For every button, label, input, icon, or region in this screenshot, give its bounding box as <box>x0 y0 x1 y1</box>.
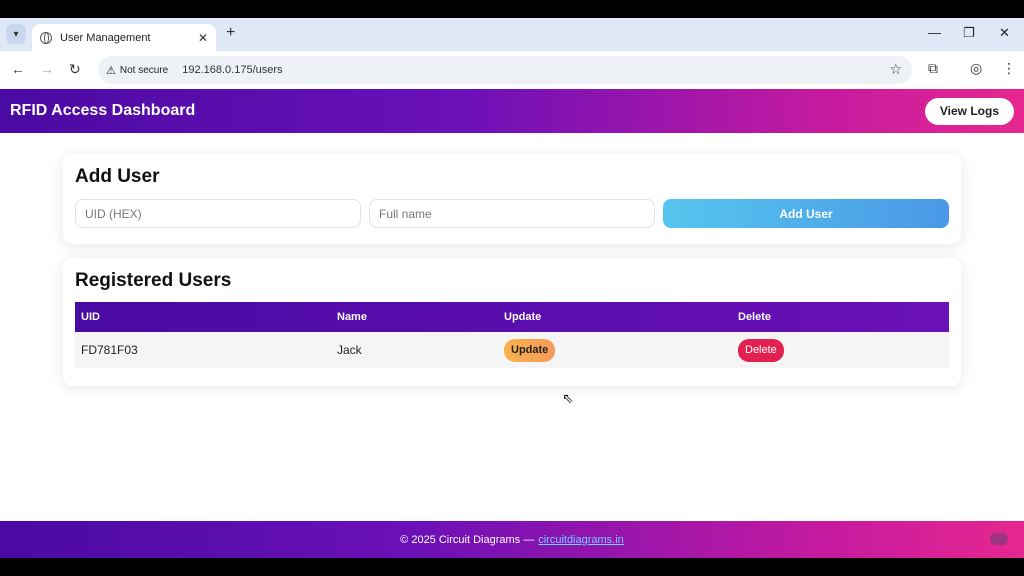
warning-icon: ⚠ <box>106 64 116 77</box>
users-table: UID Name Update Delete FD781F03 Jack Upd… <box>75 302 949 368</box>
column-header-delete: Delete <box>738 311 772 323</box>
back-icon[interactable]: ← <box>11 61 25 77</box>
restore-button[interactable]: ❐ <box>963 25 975 41</box>
column-header-update: Update <box>504 311 542 323</box>
footer-link[interactable]: circuitdiagrams.in <box>538 534 624 546</box>
update-cell: Update <box>498 332 732 368</box>
bookmark-star-icon[interactable]: ☆ <box>889 61 902 78</box>
page-footer: © 2025 Circuit Diagrams — circuitdiagram… <box>0 521 1024 558</box>
tab-bar: ▾ User Management ✕ + — ❐ ✕ <box>0 18 1024 51</box>
url-text[interactable]: 192.168.0.175/users <box>182 64 282 76</box>
table-header-row: UID Name Update Delete <box>75 302 949 332</box>
browser-window: ▾ User Management ✕ + — ❐ ✕ ← → ↻ ⚠ Not … <box>0 18 1024 558</box>
add-user-button[interactable]: Add User <box>663 199 949 228</box>
delete-button[interactable]: Delete <box>738 338 784 362</box>
column-header-name: Name <box>337 311 367 323</box>
security-indicator[interactable]: ⚠ Not secure <box>106 64 178 77</box>
close-window-button[interactable]: ✕ <box>999 25 1010 41</box>
omnibox[interactable]: ⚠ Not secure 192.168.0.175/users ☆ <box>98 56 912 84</box>
add-user-heading: Add User <box>75 166 160 187</box>
app-title: RFID Access Dashboard <box>10 102 196 119</box>
tab-search-button[interactable]: ▾ <box>6 24 26 44</box>
registered-users-heading: Registered Users <box>75 270 232 291</box>
watermark-logo-icon <box>990 533 1008 545</box>
column-header-uid: UID <box>81 311 100 323</box>
add-user-card: Add User Add User <box>63 154 961 244</box>
forward-icon[interactable]: → <box>40 61 54 77</box>
mouse-cursor-icon: ⇖ <box>562 390 574 406</box>
extensions-icon[interactable]: ⧉ <box>928 60 938 77</box>
app-header: RFID Access Dashboard View Logs <box>0 89 1024 133</box>
menu-icon[interactable]: ⋮ <box>1002 60 1016 77</box>
minimize-button[interactable]: — <box>928 25 941 40</box>
security-label: Not secure <box>119 64 169 76</box>
profile-icon[interactable]: ◎ <box>970 60 982 77</box>
reload-icon[interactable]: ↻ <box>69 61 81 78</box>
full-name-input[interactable] <box>369 199 655 228</box>
close-tab-icon[interactable]: ✕ <box>198 31 208 45</box>
chevron-down-icon: ▾ <box>13 28 19 40</box>
globe-icon <box>40 31 52 44</box>
uid-input[interactable] <box>75 199 361 228</box>
view-logs-button[interactable]: View Logs <box>924 97 1014 125</box>
address-bar: ← → ↻ ⚠ Not secure 192.168.0.175/users ☆… <box>0 51 1024 89</box>
new-tab-button[interactable]: + <box>226 24 235 42</box>
delete-cell: Delete <box>732 332 949 368</box>
user-uid: FD781F03 <box>81 343 138 357</box>
tab-title: User Management <box>60 31 151 44</box>
user-name: Jack <box>337 343 362 357</box>
footer-copyright: © 2025 Circuit Diagrams — <box>400 533 535 546</box>
tab-user-management[interactable]: User Management ✕ <box>32 24 216 51</box>
add-user-form: Add User <box>75 199 949 228</box>
update-button[interactable]: Update <box>504 338 556 362</box>
table-row: FD781F03 Jack Update Delete <box>75 332 949 368</box>
registered-users-card: Registered Users UID Name Update Delete … <box>63 258 961 386</box>
